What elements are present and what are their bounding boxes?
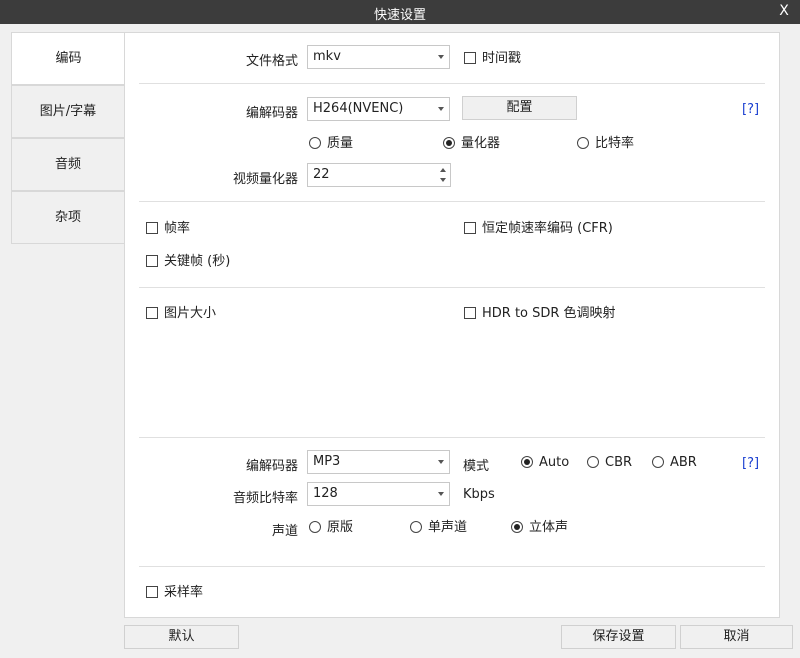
cfr-checkbox[interactable]: 恒定帧速率编码 (CFR) <box>464 222 613 236</box>
divider <box>139 437 765 438</box>
checkbox-icon <box>464 52 476 64</box>
audio-bitrate-select[interactable]: 128 <box>307 482 450 506</box>
config-button[interactable]: 配置 <box>462 96 577 120</box>
checkbox-icon <box>146 307 158 319</box>
radio-audio-auto[interactable]: Auto <box>521 456 569 470</box>
cancel-button[interactable]: 取消 <box>680 625 793 649</box>
radio-quality-label: 质量 <box>327 136 354 151</box>
save-button[interactable]: 保存设置 <box>561 625 676 649</box>
radio-quantizer[interactable]: 量化器 <box>443 137 500 151</box>
radio-channel-stereo-label: 立体声 <box>529 520 569 535</box>
window-title: 快速设置 <box>373 8 426 23</box>
radio-audio-abr[interactable]: ABR <box>652 456 697 470</box>
tab-sidebar: 编码 图片/字幕 音频 杂项 <box>11 32 125 244</box>
title-bar: 快速设置 X <box>0 0 800 24</box>
cfr-label: 恒定帧速率编码 (CFR) <box>482 221 613 236</box>
chevron-down-icon <box>438 55 444 59</box>
radio-quality[interactable]: 质量 <box>309 137 353 151</box>
format-value: mkv <box>313 49 341 64</box>
radio-icon <box>652 456 664 468</box>
radio-channel-stereo[interactable]: 立体声 <box>511 521 568 535</box>
default-button[interactable]: 默认 <box>124 625 239 649</box>
radio-bitrate[interactable]: 比特率 <box>577 137 634 151</box>
checkbox-icon <box>464 222 476 234</box>
audio-codec-value: MP3 <box>313 454 341 469</box>
format-select[interactable]: mkv <box>307 45 450 69</box>
quantizer-spinbox[interactable]: 22 <box>307 163 451 187</box>
audio-mode-label: 模式 <box>463 459 490 474</box>
divider <box>139 566 765 567</box>
format-label: 文件格式 <box>245 54 298 69</box>
radio-channel-original[interactable]: 原版 <box>309 521 353 535</box>
keyframe-checkbox[interactable]: 关键帧 (秒) <box>146 255 230 269</box>
samplerate-checkbox[interactable]: 采样率 <box>146 586 203 600</box>
radio-audio-auto-label: Auto <box>539 455 570 470</box>
checkbox-icon <box>146 255 158 267</box>
radio-audio-cbr[interactable]: CBR <box>587 456 632 470</box>
radio-icon <box>577 137 589 149</box>
settings-panel: 文件格式 mkv 时间戳 编解码器 H264(NVENC) 配置 [?] 质量 … <box>124 32 780 618</box>
samplerate-label: 采样率 <box>164 585 204 600</box>
radio-selected-icon <box>511 521 523 533</box>
video-codec-select[interactable]: H264(NVENC) <box>307 97 450 121</box>
quantizer-label: 视频量化器 <box>232 172 298 187</box>
audio-bitrate-unit: Kbps <box>463 487 495 502</box>
radio-channel-mono-label: 单声道 <box>428 520 468 535</box>
radio-selected-icon <box>443 137 455 149</box>
video-codec-value: H264(NVENC) <box>313 101 404 116</box>
divider <box>139 287 765 288</box>
channel-label: 声道 <box>271 524 298 539</box>
spin-up-icon[interactable] <box>440 168 446 172</box>
radio-bitrate-label: 比特率 <box>595 136 635 151</box>
chevron-down-icon <box>438 492 444 496</box>
radio-icon <box>309 137 321 149</box>
quantizer-value: 22 <box>313 167 330 182</box>
radio-selected-icon <box>521 456 533 468</box>
fps-label: 帧率 <box>164 221 191 236</box>
hdr-checkbox[interactable]: HDR to SDR 色调映射 <box>464 307 616 321</box>
spin-down-icon[interactable] <box>440 178 446 182</box>
tab-picture-subtitle[interactable]: 图片/字幕 <box>11 85 125 138</box>
close-icon[interactable]: X <box>776 3 792 19</box>
chevron-down-icon <box>438 460 444 464</box>
radio-quantizer-label: 量化器 <box>461 136 501 151</box>
audio-help-link[interactable]: [?] <box>742 456 759 471</box>
checkbox-icon <box>146 222 158 234</box>
video-help-link[interactable]: [?] <box>742 102 759 117</box>
audio-codec-select[interactable]: MP3 <box>307 450 450 474</box>
fps-checkbox[interactable]: 帧率 <box>146 222 190 236</box>
radio-audio-abr-label: ABR <box>670 455 697 470</box>
picture-size-checkbox[interactable]: 图片大小 <box>146 307 216 321</box>
divider <box>139 201 765 202</box>
tab-encoding[interactable]: 编码 <box>11 32 125 85</box>
timestamp-checkbox[interactable]: 时间戳 <box>464 52 521 66</box>
radio-channel-original-label: 原版 <box>327 520 354 535</box>
checkbox-icon <box>146 586 158 598</box>
audio-bitrate-label: 音频比特率 <box>232 491 298 506</box>
radio-channel-mono[interactable]: 单声道 <box>410 521 467 535</box>
checkbox-icon <box>464 307 476 319</box>
timestamp-label: 时间戳 <box>482 51 522 66</box>
video-codec-label: 编解码器 <box>245 106 298 121</box>
tab-misc[interactable]: 杂项 <box>11 191 125 244</box>
radio-icon <box>309 521 321 533</box>
divider <box>139 83 765 84</box>
tab-audio[interactable]: 音频 <box>11 138 125 191</box>
keyframe-label: 关键帧 (秒) <box>164 254 231 269</box>
chevron-down-icon <box>438 107 444 111</box>
picture-size-label: 图片大小 <box>164 306 217 321</box>
audio-codec-label: 编解码器 <box>245 459 298 474</box>
radio-icon <box>587 456 599 468</box>
radio-audio-cbr-label: CBR <box>605 455 633 470</box>
hdr-label: HDR to SDR 色调映射 <box>482 306 616 321</box>
radio-icon <box>410 521 422 533</box>
audio-bitrate-value: 128 <box>313 486 338 501</box>
